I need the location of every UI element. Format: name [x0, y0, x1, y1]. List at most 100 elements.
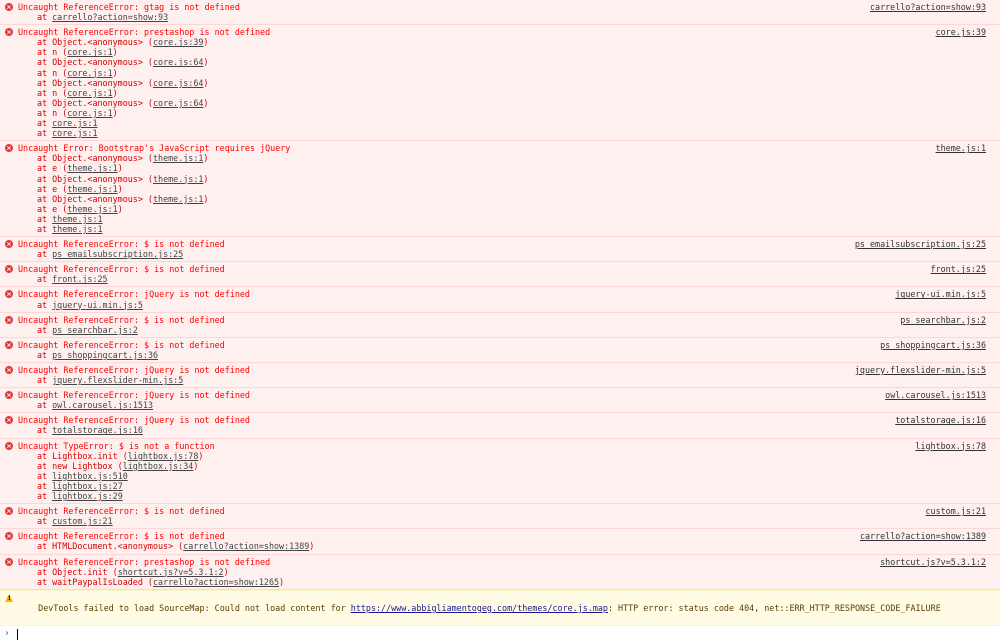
stack-frame-link[interactable]: lightbox.js:78 — [128, 451, 199, 461]
stack-frame-link[interactable]: jquery-ui.min.js:5 — [52, 300, 143, 310]
stack-frame-link[interactable]: front.js:25 — [52, 274, 107, 284]
stack-frame: at Object.init (shortcut.js?v=5.3.1:2) — [18, 567, 992, 577]
stack-frame-link[interactable]: core.js:1 — [52, 128, 97, 138]
stack-frame-link[interactable]: lightbox.js:34 — [123, 461, 194, 471]
stack-frame-text: at Object.<anonymous> ( — [37, 57, 153, 68]
stack-frame-link[interactable]: theme.js:1 — [67, 184, 117, 194]
stack-frame-link[interactable]: theme.js:1 — [153, 153, 203, 163]
stack-frame-link[interactable]: ps_shoppingcart.js:36 — [52, 350, 158, 360]
console-prompt[interactable]: › — [0, 627, 1000, 641]
error-text: Uncaught ReferenceError: $ is not define… — [18, 239, 225, 250]
stack-frame-text: at e ( — [37, 203, 68, 214]
stack-frame-link[interactable]: lightbox.js:510 — [52, 471, 128, 481]
stack-frame-text: at Object.<anonymous> ( — [37, 37, 153, 48]
stack-frame: at Object.<anonymous> (core.js:64) — [18, 78, 992, 88]
source-link[interactable]: jquery-ui.min.js:5 — [895, 289, 986, 299]
stack-frame-text: at — [37, 470, 53, 481]
stack-frame-link[interactable]: carrello?action=show:1265 — [153, 577, 279, 587]
stack-frame-link[interactable]: core.js:1 — [67, 47, 112, 57]
stack-frame-link[interactable]: core.js:64 — [153, 78, 203, 88]
stack-frame-text: at — [37, 480, 53, 491]
sourcemap-link[interactable]: https://www.abbigliamentogeg.com/themes/… — [351, 603, 608, 613]
stack-frame-text: ) — [112, 67, 118, 78]
source-link[interactable]: ps_searchbar.js:2 — [900, 315, 986, 325]
error-circle-icon: × — [5, 416, 13, 425]
stack-frame: at n (core.js:1) — [18, 47, 992, 57]
source-link[interactable]: theme.js:1 — [936, 143, 986, 153]
source-link[interactable]: owl.carousel.js:1513 — [885, 390, 986, 400]
warning-text-tail: : HTTP error: status code 404, net::ERR_… — [607, 602, 941, 613]
stack-frame-link[interactable]: ps_emailsubscription.js:25 — [52, 249, 183, 259]
stack-frame-text: ) — [309, 541, 315, 552]
source-link[interactable]: shortcut.js?v=5.3.1:2 — [880, 557, 986, 567]
error-text: Uncaught Error: Bootstrap's JavaScript r… — [18, 143, 291, 154]
source-link[interactable]: carrello?action=show:1389 — [860, 531, 986, 541]
stack-frame-link[interactable]: core.js:39 — [153, 37, 203, 47]
source-link[interactable]: core.js:39 — [936, 27, 986, 37]
error-circle-icon: × — [5, 441, 13, 450]
stack-frame: at core.js:1 — [18, 118, 992, 128]
stack-frame-text: at — [37, 400, 53, 411]
stack-frame-link[interactable]: theme.js:1 — [153, 174, 203, 184]
error-text: Uncaught ReferenceError: $ is not define… — [18, 314, 225, 325]
stack-frame: at Object.<anonymous> (theme.js:1) — [18, 174, 992, 184]
stack-frame-text: at Object.<anonymous> ( — [37, 153, 153, 164]
error-circle-icon: × — [5, 557, 13, 566]
stack-frame-link[interactable]: owl.carousel.js:1513 — [52, 400, 153, 410]
stack-frame-text: at — [37, 213, 53, 224]
stack-frame-text: ) — [203, 97, 209, 108]
stack-frame-link[interactable]: theme.js:1 — [52, 224, 102, 234]
stack-frame-text: at n ( — [37, 87, 68, 98]
stack-frame-link[interactable]: shortcut.js?v=5.3.1:2 — [118, 567, 224, 577]
error-circle-icon: × — [5, 366, 13, 374]
stack-frame-link[interactable]: core.js:1 — [67, 68, 112, 78]
stack-frame-link[interactable]: theme.js:1 — [67, 163, 117, 173]
stack-frame: at totalstorage.js:16 — [18, 425, 992, 435]
source-link[interactable]: front.js:25 — [931, 264, 986, 274]
source-link[interactable]: ps_shoppingcart.js:36 — [880, 340, 986, 350]
stack-frame-link[interactable]: jquery.flexslider-min.js:5 — [52, 375, 183, 385]
stack-frame: at HTMLDocument.<anonymous> (carrello?ac… — [18, 541, 992, 551]
error-text: Uncaught TypeError: $ is not a function — [18, 440, 215, 451]
stack-frame-text: at — [37, 299, 53, 310]
stack-frame-link[interactable]: core.js:1 — [67, 88, 112, 98]
stack-frame-text: ) — [203, 173, 209, 184]
stack-frame-link[interactable]: lightbox.js:29 — [52, 491, 123, 501]
source-link[interactable]: custom.js:21 — [925, 506, 986, 516]
stack-frame-link[interactable]: core.js:64 — [153, 98, 203, 108]
stack-frame: at ps_searchbar.js:2 — [18, 325, 992, 335]
stack-frame-link[interactable]: lightbox.js:27 — [52, 481, 123, 491]
stack-frame-text: at Lightbox.init ( — [37, 450, 128, 461]
error-text: Uncaught ReferenceError: jQuery is not d… — [18, 390, 250, 401]
error-circle-icon: × — [5, 3, 13, 11]
stack-frame-link[interactable]: core.js:64 — [153, 57, 203, 67]
stack-frame-text: at — [37, 349, 53, 360]
stack-frame-link[interactable]: theme.js:1 — [67, 204, 117, 214]
stack-frame-link[interactable]: core.js:1 — [52, 118, 97, 128]
console-error-message: × lightbox.js:78 Uncaught TypeError: $ is … — [0, 438, 1000, 505]
stack-frame-link[interactable]: custom.js:21 — [52, 516, 113, 526]
error-text: Uncaught ReferenceError: $ is not define… — [18, 506, 225, 517]
source-link[interactable]: totalstorage.js:16 — [895, 415, 986, 425]
error-circle-icon: × — [5, 240, 13, 249]
stack-frame: at n (core.js:1) — [18, 88, 992, 98]
error-circle-icon: × — [5, 315, 13, 324]
console-error-message: × ps_searchbar.js:2 Uncaught ReferenceErro… — [0, 312, 1000, 338]
source-link[interactable]: jquery.flexslider-min.js:5 — [855, 365, 986, 375]
stack-frame-link[interactable]: core.js:1 — [67, 108, 112, 118]
stack-frame-text: ) — [117, 183, 123, 194]
source-link[interactable]: carrello?action=show:93 — [870, 2, 986, 12]
stack-frame-link[interactable]: carrello?action=show:93 — [52, 12, 168, 22]
console-error-message: × shortcut.js?v=5.3.1:2 Uncaught Reference… — [0, 554, 1000, 590]
source-link[interactable]: lightbox.js:78 — [915, 441, 986, 451]
stack-frame-link[interactable]: carrello?action=show:1389 — [183, 541, 309, 551]
stack-frame: at lightbox.js:29 — [18, 491, 992, 501]
source-link[interactable]: ps_emailsubscription.js:25 — [855, 239, 986, 249]
stack-frame: at new Lightbox (lightbox.js:34) — [18, 461, 992, 471]
stack-frame-link[interactable]: totalstorage.js:16 — [52, 425, 143, 435]
stack-frame-text: at — [37, 425, 53, 436]
stack-frame-text: at n ( — [37, 67, 68, 78]
stack-frame-link[interactable]: theme.js:1 — [52, 214, 102, 224]
stack-frame-link[interactable]: ps_searchbar.js:2 — [52, 325, 138, 335]
stack-frame-link[interactable]: theme.js:1 — [153, 194, 203, 204]
